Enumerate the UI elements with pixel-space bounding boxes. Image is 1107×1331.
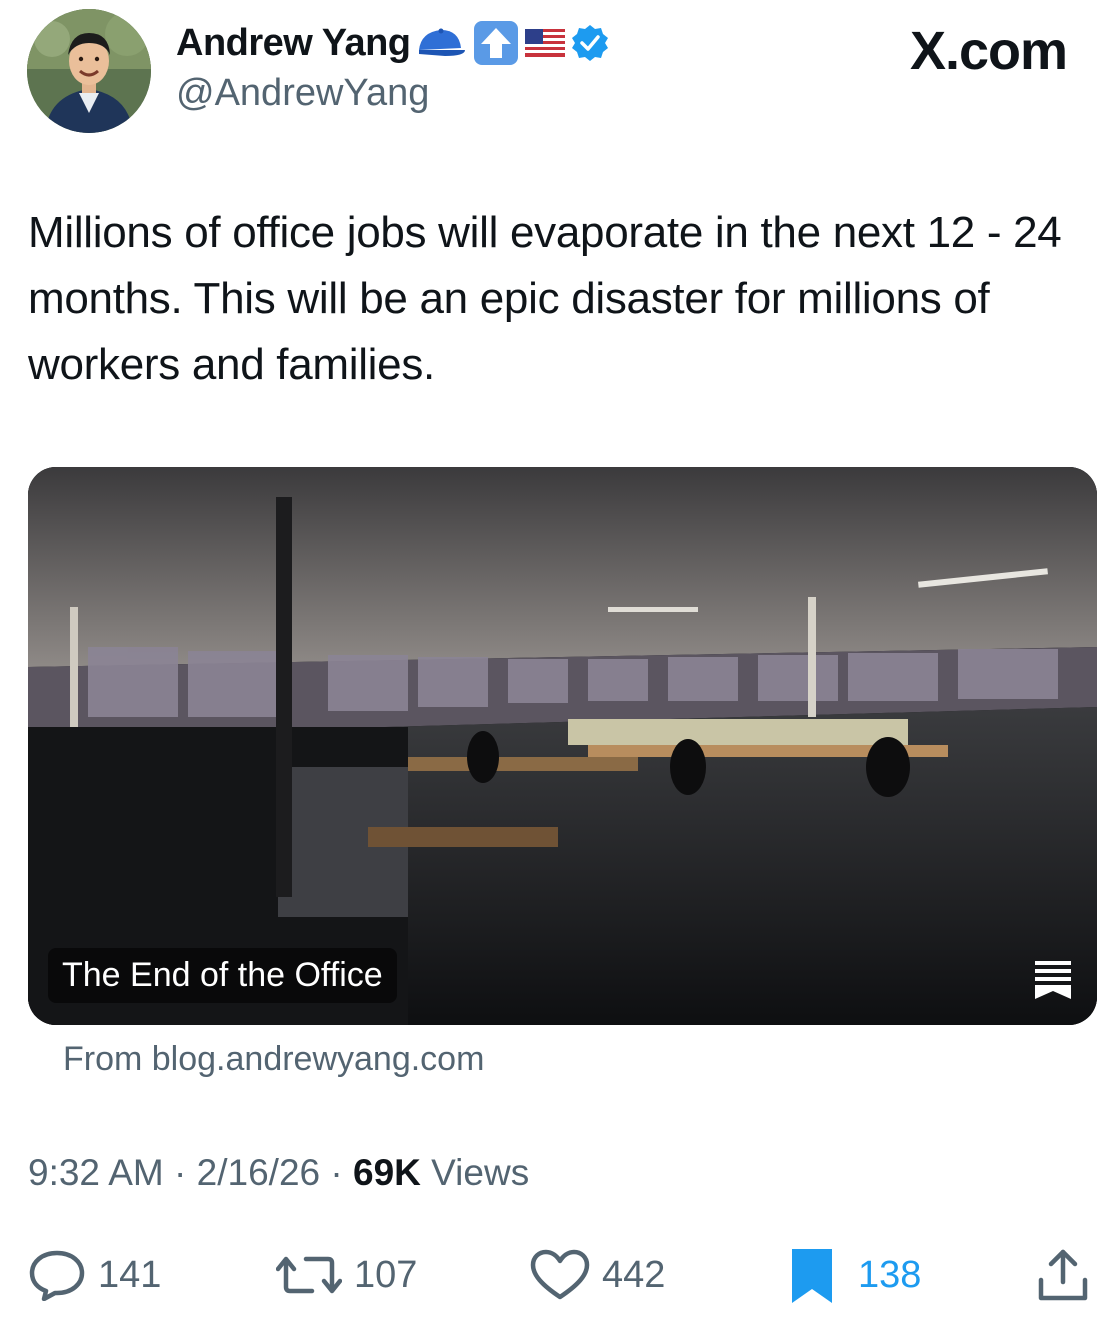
meta-separator: ·	[330, 1152, 343, 1193]
meta-separator: ·	[174, 1152, 187, 1193]
like-count: 442	[602, 1253, 666, 1296]
card-title: The End of the Office	[48, 948, 397, 1003]
tweet-meta: 9:32 AM · 2/16/26 · 69K Views	[28, 1152, 529, 1194]
reply-button[interactable]: 141	[28, 1240, 161, 1310]
tweet-time[interactable]: 9:32 AM	[28, 1152, 164, 1193]
us-flag-icon	[524, 29, 565, 57]
author-name-row[interactable]: Andrew Yang	[176, 20, 609, 66]
author-handle[interactable]: @AndrewYang	[176, 72, 429, 115]
share-button[interactable]	[1036, 1240, 1090, 1310]
card-image	[28, 467, 1097, 1025]
views-label: Views	[431, 1152, 530, 1193]
author-badges	[415, 20, 609, 66]
reply-count: 141	[98, 1253, 162, 1296]
repost-button[interactable]: 107	[276, 1240, 417, 1310]
bookmark-icon	[792, 1249, 832, 1303]
avatar-photo	[27, 9, 151, 133]
site-label: X.com	[909, 21, 1068, 81]
bookmark-button[interactable]: 138	[788, 1240, 921, 1310]
action-bar: 141 107 442 138	[0, 1240, 1107, 1310]
share-icon	[1038, 1249, 1088, 1301]
tweet-text: Millions of office jobs will evaporate i…	[28, 208, 1062, 389]
tweet-date[interactable]: 2/16/26	[197, 1152, 320, 1193]
card-source[interactable]: From blog.andrewyang.com	[63, 1040, 484, 1079]
heart-icon	[530, 1249, 590, 1300]
publication-logo-icon	[1035, 961, 1071, 999]
repost-count: 107	[354, 1253, 418, 1296]
bookmark-count: 138	[858, 1253, 922, 1296]
reply-icon	[29, 1250, 85, 1301]
views-count: 69K	[353, 1152, 421, 1193]
link-card[interactable]: The End of the Office	[28, 467, 1097, 1025]
author-name[interactable]: Andrew Yang	[176, 22, 411, 65]
up-arrow-icon	[473, 21, 518, 65]
tweet-header: Andrew Yang @AndrewYang X.com	[0, 0, 1107, 150]
like-button[interactable]: 442	[530, 1240, 665, 1310]
blue-cap-icon	[418, 28, 465, 56]
author-avatar[interactable]	[27, 9, 151, 133]
verified-badge-icon[interactable]	[571, 24, 609, 62]
repost-icon	[276, 1256, 342, 1294]
